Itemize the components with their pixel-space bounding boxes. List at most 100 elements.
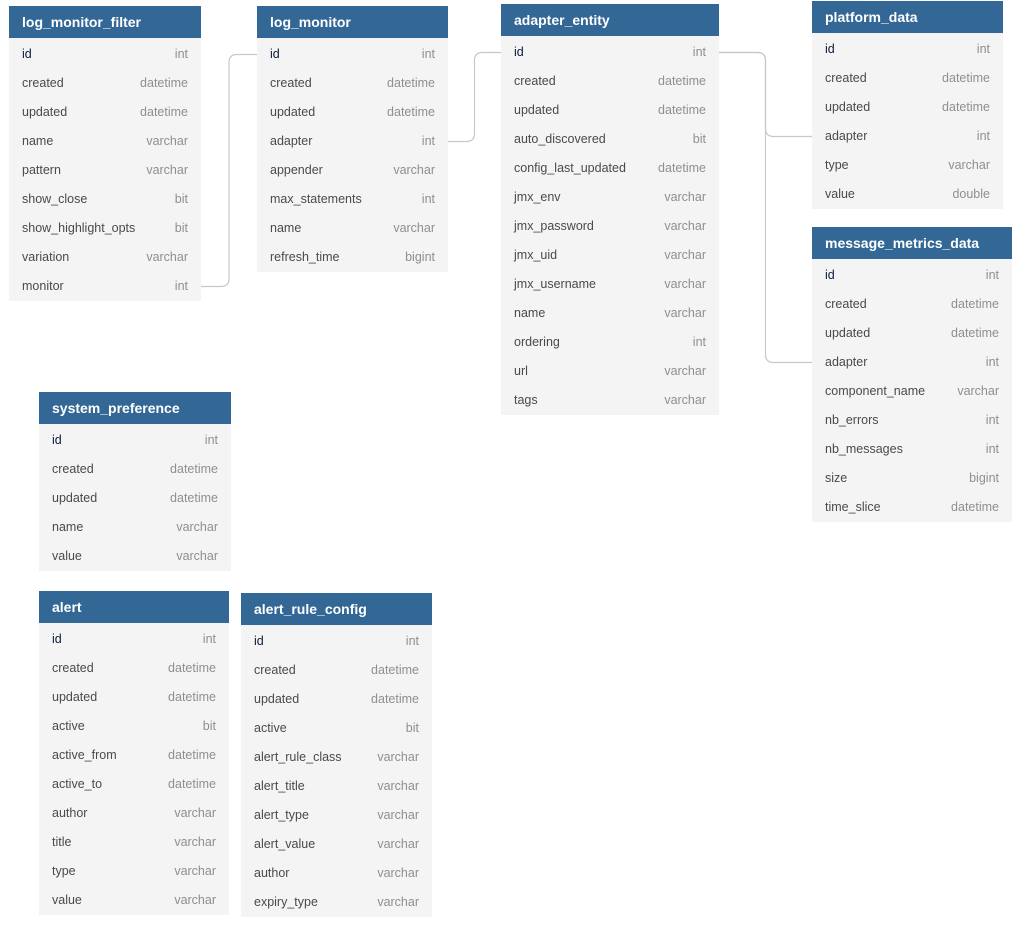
column-row[interactable]: tags varchar	[501, 386, 719, 415]
column-row[interactable]: updated datetime	[39, 683, 229, 712]
column-name: expiry_type	[254, 895, 318, 909]
column-row[interactable]: created datetime	[257, 69, 448, 98]
column-name: type	[825, 158, 849, 172]
column-row[interactable]: updated datetime	[9, 98, 201, 127]
column-row[interactable]: max_statements int	[257, 185, 448, 214]
column-row[interactable]: auto_discovered bit	[501, 125, 719, 154]
column-type: int	[421, 134, 435, 148]
column-type: bit	[202, 719, 216, 733]
column-row[interactable]: show_highlight_opts bit	[9, 214, 201, 243]
column-row[interactable]: type varchar	[39, 857, 229, 886]
column-row[interactable]: alert_title varchar	[241, 772, 432, 801]
table-title[interactable]: message_metrics_data	[812, 227, 1012, 259]
column-row[interactable]: id int	[812, 35, 1003, 64]
column-row[interactable]: pattern varchar	[9, 156, 201, 185]
column-row[interactable]: active bit	[39, 712, 229, 741]
column-row[interactable]: expiry_type varchar	[241, 888, 432, 917]
column-row[interactable]: updated datetime	[812, 93, 1003, 122]
column-row[interactable]: value varchar	[39, 542, 231, 571]
column-row[interactable]: adapter int	[812, 348, 1012, 377]
column-row[interactable]: appender varchar	[257, 156, 448, 185]
table-log-monitor[interactable]: log_monitor id int created datetime updated da…	[257, 6, 448, 272]
column-row[interactable]: refresh_time bigint	[257, 243, 448, 272]
column-row[interactable]: created datetime	[39, 455, 231, 484]
column-row[interactable]: component_name varchar	[812, 377, 1012, 406]
column-row[interactable]: adapter int	[257, 127, 448, 156]
column-row[interactable]: alert_type varchar	[241, 801, 432, 830]
column-row[interactable]: updated datetime	[501, 96, 719, 125]
column-name: active_from	[52, 748, 117, 762]
table-title[interactable]: platform_data	[812, 1, 1003, 33]
table-system-preference[interactable]: system_preference id int created datetime upd…	[39, 392, 231, 571]
table-adapter-entity[interactable]: adapter_entity id int created datetime update…	[501, 4, 719, 415]
column-name: jmx_env	[514, 190, 561, 204]
column-row[interactable]: id int	[812, 261, 1012, 290]
column-row[interactable]: config_last_updated datetime	[501, 154, 719, 183]
column-row[interactable]: updated datetime	[812, 319, 1012, 348]
column-row[interactable]: alert_rule_class varchar	[241, 743, 432, 772]
table-alert-rule-config[interactable]: alert_rule_config id int created datetime upd…	[241, 593, 432, 917]
column-row[interactable]: jmx_username varchar	[501, 270, 719, 299]
column-row[interactable]: jmx_env varchar	[501, 183, 719, 212]
column-type: varchar	[393, 163, 435, 177]
column-row[interactable]: id int	[39, 426, 231, 455]
table-message-metrics-data[interactable]: message_metrics_data id int created datetime…	[812, 227, 1012, 522]
column-row[interactable]: active bit	[241, 714, 432, 743]
column-row[interactable]: type varchar	[812, 151, 1003, 180]
column-row[interactable]: created datetime	[812, 290, 1012, 319]
table-title[interactable]: adapter_entity	[501, 4, 719, 36]
column-row[interactable]: name varchar	[257, 214, 448, 243]
column-row[interactable]: author varchar	[39, 799, 229, 828]
table-title[interactable]: alert	[39, 591, 229, 623]
column-row[interactable]: time_slice datetime	[812, 493, 1012, 522]
column-row[interactable]: author varchar	[241, 859, 432, 888]
column-row[interactable]: show_close bit	[9, 185, 201, 214]
column-row[interactable]: created datetime	[9, 69, 201, 98]
table-title[interactable]: log_monitor_filter	[9, 6, 201, 38]
column-row[interactable]: id int	[9, 40, 201, 69]
column-row[interactable]: created datetime	[812, 64, 1003, 93]
column-type: int	[202, 632, 216, 646]
column-row[interactable]: updated datetime	[241, 685, 432, 714]
column-row[interactable]: created datetime	[241, 656, 432, 685]
table-platform-data[interactable]: platform_data id int created datetime updated…	[812, 1, 1003, 209]
column-row[interactable]: name varchar	[39, 513, 231, 542]
column-row[interactable]: id int	[39, 625, 229, 654]
column-row[interactable]: adapter int	[812, 122, 1003, 151]
column-row[interactable]: value varchar	[39, 886, 229, 915]
column-row[interactable]: variation varchar	[9, 243, 201, 272]
column-row[interactable]: active_from datetime	[39, 741, 229, 770]
column-row[interactable]: size bigint	[812, 464, 1012, 493]
column-row[interactable]: ordering int	[501, 328, 719, 357]
table-log-monitor-filter[interactable]: log_monitor_filter id int created datetime up…	[9, 6, 201, 301]
column-row[interactable]: monitor int	[9, 272, 201, 301]
column-row[interactable]: name varchar	[501, 299, 719, 328]
table-title[interactable]: log_monitor	[257, 6, 448, 38]
column-row[interactable]: name varchar	[9, 127, 201, 156]
column-row[interactable]: updated datetime	[39, 484, 231, 513]
column-name: created	[514, 74, 556, 88]
column-row[interactable]: id int	[241, 627, 432, 656]
column-row[interactable]: id int	[501, 38, 719, 67]
column-row[interactable]: url varchar	[501, 357, 719, 386]
column-type: datetime	[168, 777, 216, 791]
column-name: show_highlight_opts	[22, 221, 136, 235]
column-row[interactable]: jmx_password varchar	[501, 212, 719, 241]
column-type: double	[952, 187, 990, 201]
column-row[interactable]: active_to datetime	[39, 770, 229, 799]
column-row[interactable]: updated datetime	[257, 98, 448, 127]
column-row[interactable]: nb_messages int	[812, 435, 1012, 464]
table-alert[interactable]: alert id int created datetime updated datetime…	[39, 591, 229, 915]
table-title[interactable]: alert_rule_config	[241, 593, 432, 625]
table-title[interactable]: system_preference	[39, 392, 231, 424]
column-row[interactable]: value double	[812, 180, 1003, 209]
column-row[interactable]: title varchar	[39, 828, 229, 857]
column-type: varchar	[174, 893, 216, 907]
column-row[interactable]: nb_errors int	[812, 406, 1012, 435]
column-row[interactable]: created datetime	[39, 654, 229, 683]
column-row[interactable]: jmx_uid varchar	[501, 241, 719, 270]
column-type: int	[421, 192, 435, 206]
column-row[interactable]: id int	[257, 40, 448, 69]
column-row[interactable]: alert_value varchar	[241, 830, 432, 859]
column-row[interactable]: created datetime	[501, 67, 719, 96]
